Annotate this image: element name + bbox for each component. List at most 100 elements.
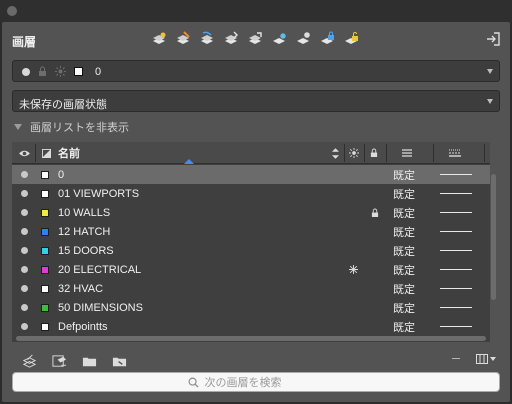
dropdown-arrow-icon: [487, 99, 493, 104]
layer-row[interactable]: 15 DOORS 既定: [12, 241, 490, 260]
layer-color-button[interactable]: [41, 222, 49, 241]
layer-properties-icon[interactable]: [150, 30, 168, 48]
name-column-header[interactable]: 名前: [58, 142, 80, 164]
unlock-layer-icon[interactable]: [342, 30, 360, 48]
layer-name[interactable]: Defpointts: [58, 317, 108, 336]
layer-row[interactable]: 01 VIEWPORTS 既定: [12, 184, 490, 203]
layer-color-button[interactable]: [41, 241, 49, 260]
layer-state-label: 未保存の画層状態: [19, 99, 107, 111]
lineweight-line: [440, 212, 472, 213]
linetype-value[interactable]: 既定: [393, 260, 415, 279]
bulb-icon: [21, 285, 28, 292]
lineweight-sample[interactable]: [440, 203, 472, 222]
new-group-filter-icon[interactable]: [80, 352, 98, 370]
linetype-value[interactable]: 既定: [393, 203, 415, 222]
color-swatch: [41, 227, 49, 236]
layer-row[interactable]: 50 DIMENSIONS 既定: [12, 298, 490, 317]
new-layer-icon[interactable]: [20, 352, 38, 370]
layer-state-dropdown[interactable]: 未保存の画層状態: [12, 90, 500, 112]
layer-on-toggle[interactable]: [21, 260, 28, 279]
export-panel-icon[interactable]: [485, 31, 501, 47]
layer-row[interactable]: 0 既定: [12, 165, 490, 184]
layer-color-button[interactable]: [41, 203, 49, 222]
remove-filter-icon[interactable]: [452, 358, 460, 359]
layer-list-toggle-label: 画層リストを非表示: [30, 122, 129, 134]
layer-row[interactable]: Defpointts 既定: [12, 317, 490, 336]
layer-name[interactable]: 50 DIMENSIONS: [58, 298, 143, 317]
lineweight-line: [440, 307, 472, 308]
locked-icon[interactable]: [371, 203, 379, 222]
layer-color-button[interactable]: [41, 279, 49, 298]
vertical-scrollbar[interactable]: [491, 174, 496, 300]
linetype-column-icon[interactable]: [400, 142, 414, 164]
layer-name[interactable]: 10 WALLS: [58, 203, 110, 222]
linetype-value[interactable]: 既定: [393, 241, 415, 260]
linetype-value[interactable]: 既定: [393, 184, 415, 203]
freeze-column-icon[interactable]: [346, 142, 362, 164]
layer-name[interactable]: 01 VIEWPORTS: [58, 184, 139, 203]
sort-toggle-icon[interactable]: [330, 142, 340, 164]
lineweight-sample[interactable]: [440, 241, 472, 260]
lock-layer-icon[interactable]: [318, 30, 336, 48]
lineweight-sample[interactable]: [440, 298, 472, 317]
visibility-column-icon[interactable]: [16, 142, 32, 164]
layer-search-box[interactable]: [12, 372, 500, 392]
layer-color-button[interactable]: [41, 184, 49, 203]
color-swatch: [41, 322, 49, 331]
bulb-icon: [21, 304, 28, 311]
layer-name[interactable]: 0: [58, 165, 64, 184]
layer-list-toggle[interactable]: 画層リストを非表示: [14, 120, 129, 134]
unisolate-layer-icon[interactable]: [246, 30, 264, 48]
linetype-value[interactable]: 既定: [393, 298, 415, 317]
make-current-icon[interactable]: [174, 30, 192, 48]
new-layer-vp-frozen-icon[interactable]: [50, 352, 68, 370]
layer-row[interactable]: 32 HVAC 既定: [12, 279, 490, 298]
layer-on-toggle[interactable]: [21, 298, 28, 317]
new-property-filter-icon[interactable]: [110, 352, 128, 370]
lineweight-sample[interactable]: [440, 222, 472, 241]
layer-color-button[interactable]: [41, 317, 49, 336]
layer-color-button[interactable]: [41, 165, 49, 184]
layer-on-toggle[interactable]: [21, 241, 28, 260]
lineweight-sample[interactable]: [440, 260, 472, 279]
layer-name[interactable]: 32 HVAC: [58, 279, 103, 298]
column-settings-icon[interactable]: [476, 353, 498, 365]
layer-color-button[interactable]: [41, 260, 49, 279]
linetype-value[interactable]: 既定: [393, 279, 415, 298]
horizontal-scrollbar[interactable]: [16, 336, 486, 341]
layer-on-toggle[interactable]: [21, 203, 28, 222]
color-swatch: [41, 284, 49, 293]
current-layer-dropdown[interactable]: 0: [12, 60, 500, 82]
linetype-value[interactable]: 既定: [393, 165, 415, 184]
linetype-value[interactable]: 既定: [393, 222, 415, 241]
frozen-icon[interactable]: [349, 260, 358, 279]
layer-on-toggle[interactable]: [21, 317, 28, 336]
panel-title: 画層: [12, 35, 37, 49]
layer-on-toggle[interactable]: [21, 279, 28, 298]
layer-row[interactable]: 10 WALLS 既定: [12, 203, 490, 222]
lineweight-sample[interactable]: [440, 279, 472, 298]
layer-name[interactable]: 12 HATCH: [58, 222, 110, 241]
layer-off-icon[interactable]: [294, 30, 312, 48]
current-layer-name: 0: [95, 66, 102, 78]
close-dot-icon[interactable]: [7, 6, 17, 16]
layer-name[interactable]: 20 ELECTRICAL: [58, 260, 141, 279]
layer-color-button[interactable]: [41, 298, 49, 317]
layer-on-toggle[interactable]: [21, 222, 28, 241]
lineweight-sample[interactable]: [440, 317, 472, 336]
layer-name[interactable]: 15 DOORS: [58, 241, 114, 260]
layer-row[interactable]: 20 ELECTRICAL 既定: [12, 260, 490, 279]
lineweight-sample[interactable]: [440, 165, 472, 184]
layer-row[interactable]: 12 HATCH 既定: [12, 222, 490, 241]
lineweight-sample[interactable]: [440, 184, 472, 203]
linetype-value[interactable]: 既定: [393, 317, 415, 336]
isolate-layer-icon[interactable]: [222, 30, 240, 48]
layer-on-toggle[interactable]: [21, 165, 28, 184]
previous-layer-icon[interactable]: [198, 30, 216, 48]
layer-on-toggle[interactable]: [21, 184, 28, 203]
color-column-icon[interactable]: [40, 142, 52, 164]
search-input[interactable]: [204, 375, 325, 389]
lock-column-icon[interactable]: [367, 142, 381, 164]
lineweight-column-icon[interactable]: [448, 142, 462, 164]
freeze-layer-icon[interactable]: [270, 30, 288, 48]
